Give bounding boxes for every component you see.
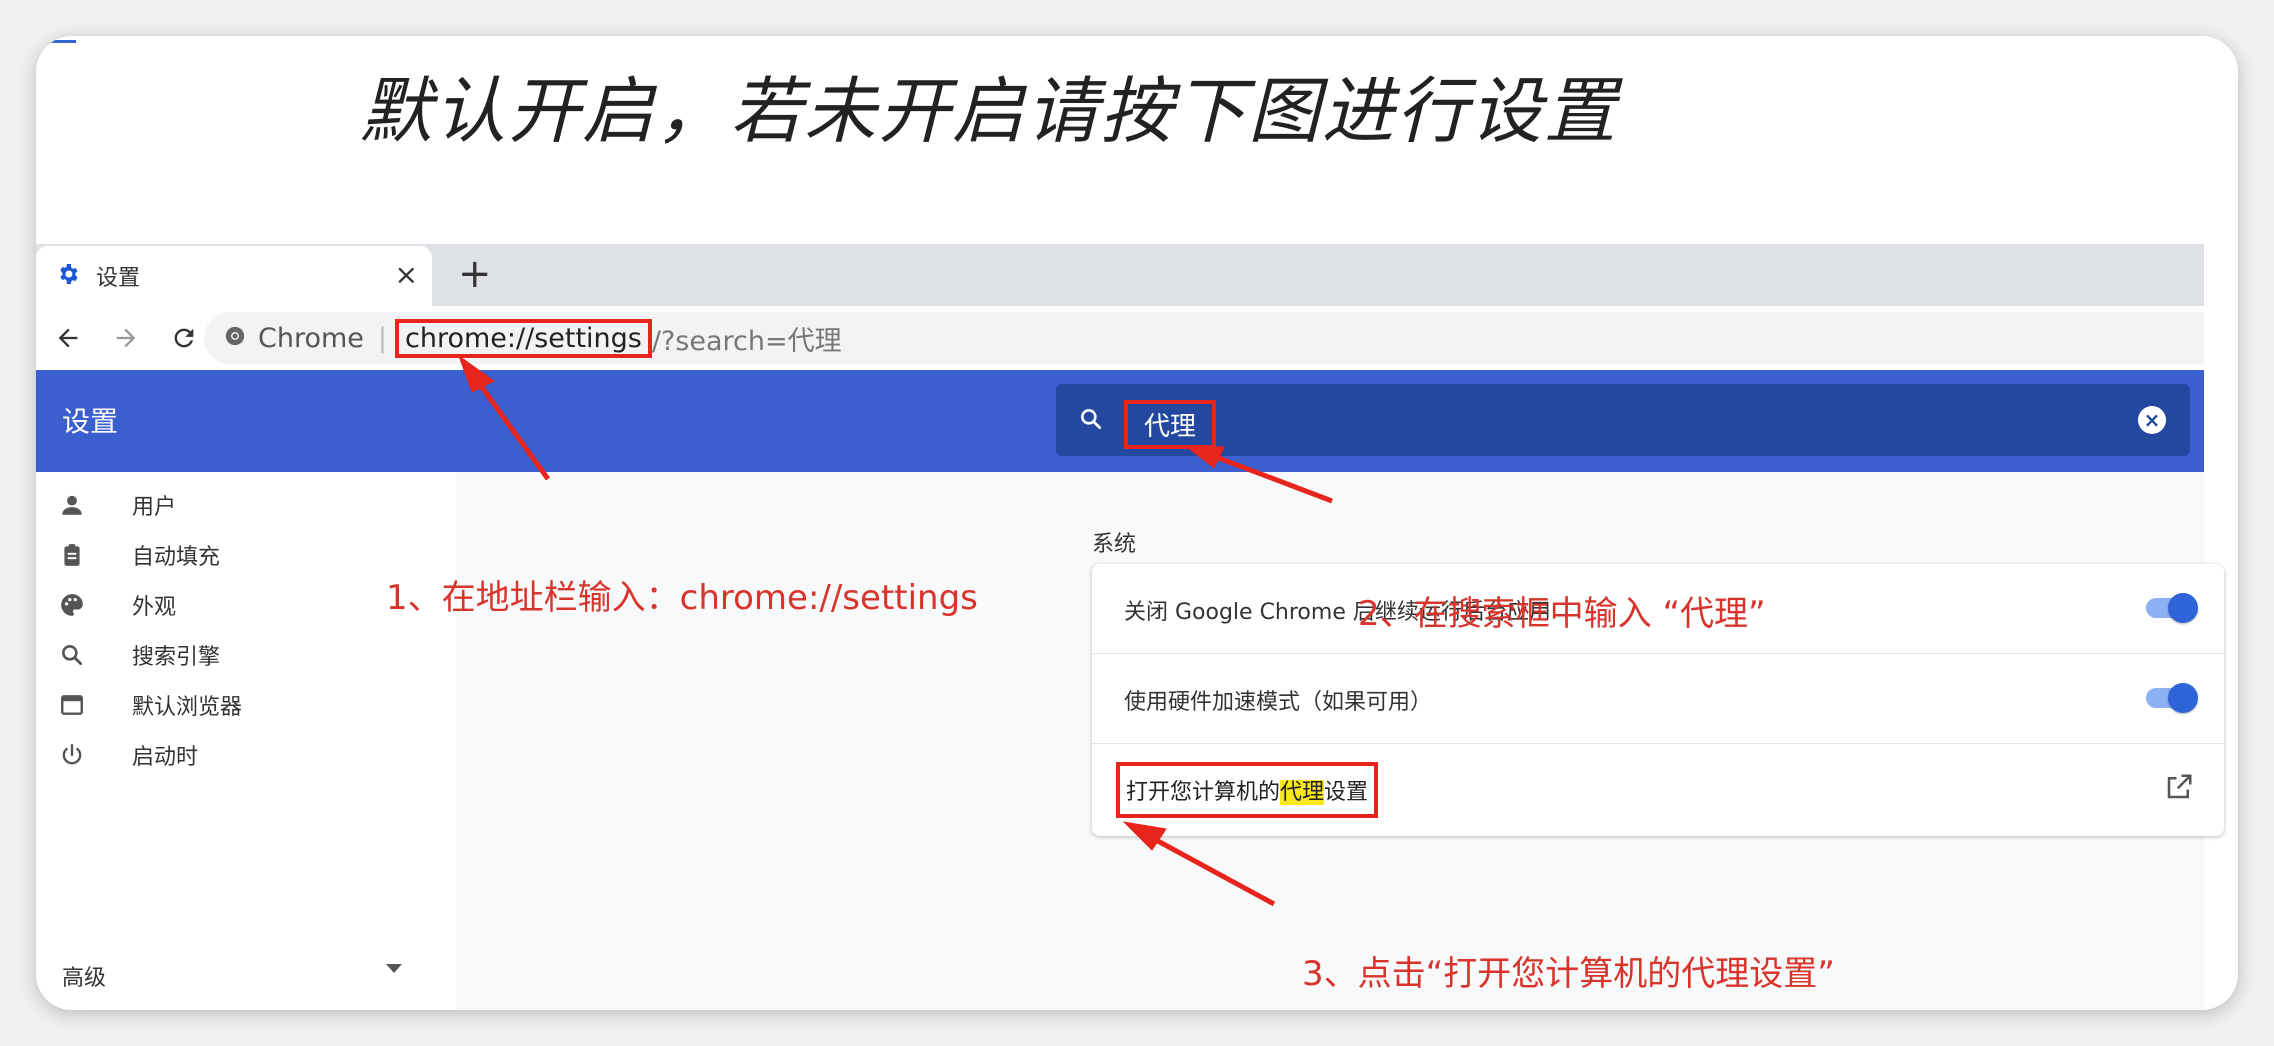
address-separator: | — [377, 322, 388, 354]
clear-search-icon[interactable]: × — [2138, 406, 2166, 434]
back-button[interactable] — [42, 312, 94, 364]
corner-mark — [50, 40, 76, 43]
chrome-window: 设置 × + Chrome | chrome://settings/?searc… — [36, 244, 2224, 1010]
sidebar-item-label: 自动填充 — [132, 545, 221, 570]
page-title: 设置 — [62, 405, 119, 438]
clipboard-icon — [56, 539, 88, 571]
sidebar-item-label: 搜索引擎 — [132, 645, 221, 670]
search-icon — [56, 639, 88, 671]
proxy-label-prefix: 打开您计算机的 — [1126, 780, 1281, 805]
new-tab-button[interactable]: + — [458, 252, 492, 296]
toggle-knob — [2168, 683, 2198, 713]
reload-icon — [174, 328, 194, 348]
proxy-label-highlight: 代理 — [1280, 780, 1325, 805]
sidebar-item-default-browser[interactable]: 默认浏览器 — [56, 680, 242, 730]
annotation-step-2: 2、在搜索框中输入 “代理” — [1358, 594, 1766, 634]
arrow-right-icon — [116, 328, 136, 348]
sidebar-item-users[interactable]: 用户 — [56, 480, 176, 530]
tab-settings[interactable]: 设置 × — [36, 246, 432, 306]
external-link-icon[interactable] — [2164, 772, 2194, 806]
sidebar-item-search-engine[interactable]: 搜索引擎 — [56, 630, 220, 680]
person-icon — [56, 489, 88, 521]
search-icon — [1078, 406, 1104, 436]
sidebar-advanced[interactable]: 高级 — [62, 960, 106, 992]
chrome-logo-icon — [224, 323, 246, 354]
url-highlight-box: chrome://settings — [395, 318, 652, 358]
close-icon[interactable]: × — [395, 260, 418, 290]
section-title: 系统 — [1092, 532, 1137, 557]
site-chip: Chrome — [258, 322, 364, 354]
setting-label: 使用硬件加速模式（如果可用） — [1124, 690, 1433, 715]
settings-search-input[interactable]: 代理 × — [1056, 384, 2190, 456]
power-icon — [56, 739, 88, 771]
tutorial-page: 默认开启，若未开启请按下图进行设置 设置 × + Chrome | chrome… — [36, 36, 2238, 1010]
settings-sidebar: 用户 自动填充 外观 搜索引擎 默认浏览器 启动时 高级 — [36, 472, 456, 1010]
search-value: 代理 — [1124, 400, 1217, 449]
palette-icon — [56, 589, 88, 621]
open-proxy-settings-row[interactable]: 打开您计算机的代理设置 — [1092, 744, 2224, 834]
url-text: chrome://settings — [405, 322, 642, 354]
proxy-setting-label: 打开您计算机的代理设置 — [1116, 762, 1379, 818]
address-bar[interactable]: Chrome | chrome://settings /?search=代理 — [204, 312, 2204, 364]
annotation-step-3: 3、点击“打开您计算机的代理设置” — [1302, 954, 1835, 994]
arrow-left-icon — [58, 328, 78, 348]
gear-icon — [56, 262, 80, 290]
sidebar-item-label: 启动时 — [132, 745, 199, 770]
forward-button[interactable] — [100, 312, 152, 364]
toggle-knob — [2168, 593, 2198, 623]
url-query: /?search=代理 — [651, 325, 842, 357]
sidebar-item-label: 外观 — [132, 595, 177, 620]
hardware-acceleration-toggle[interactable] — [2146, 683, 2198, 713]
proxy-label-suffix: 设置 — [1324, 780, 1369, 805]
list-item: 使用硬件加速模式（如果可用） — [1092, 654, 2224, 744]
tab-title: 设置 — [96, 266, 141, 291]
sidebar-item-on-startup[interactable]: 启动时 — [56, 730, 198, 780]
headline: 默认开启，若未开启请按下图进行设置 — [360, 69, 1619, 153]
sidebar-item-label: 默认浏览器 — [132, 695, 243, 720]
background-apps-toggle[interactable] — [2146, 593, 2198, 623]
settings-content: 系统 关闭 Google Chrome 后继续运行后台应用 使用硬件加速模式（如… — [456, 472, 2224, 1010]
sidebar-item-label: 用户 — [132, 495, 177, 520]
settings-header: 设置 代理 × — [36, 370, 2204, 472]
sidebar-item-autofill[interactable]: 自动填充 — [56, 530, 220, 580]
reload-button[interactable] — [158, 312, 210, 364]
toolbar: Chrome | chrome://settings /?search=代理 — [36, 306, 2204, 370]
tab-strip: 设置 × + — [36, 244, 2204, 306]
annotation-step-1: 1、在地址栏输入：chrome://settings — [386, 578, 978, 618]
sidebar-item-appearance[interactable]: 外观 — [56, 580, 176, 630]
browser-window-icon — [56, 689, 88, 721]
chevron-down-icon[interactable] — [386, 964, 402, 973]
